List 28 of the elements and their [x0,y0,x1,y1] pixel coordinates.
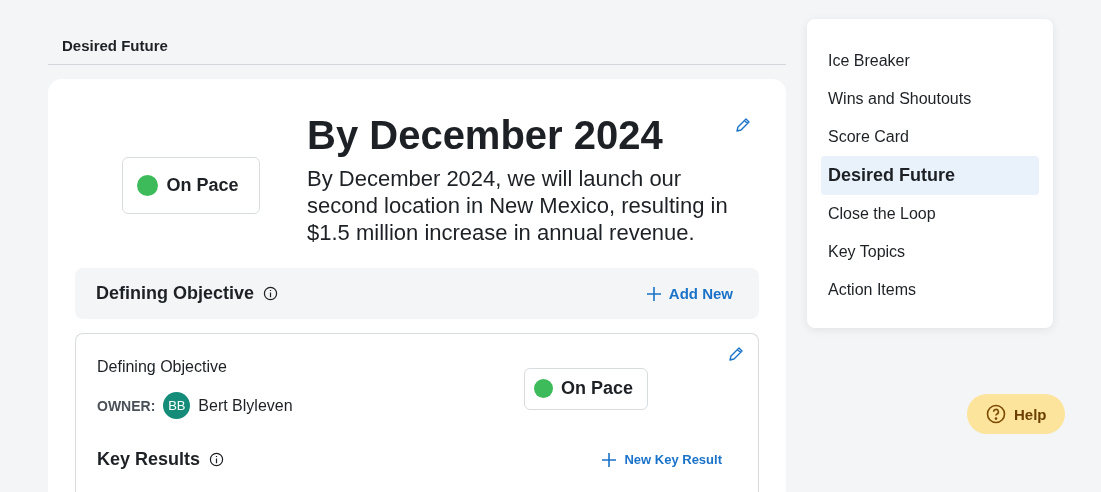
info-icon[interactable] [263,286,279,301]
info-icon[interactable] [209,452,225,467]
plus-icon [646,286,661,301]
nav-item[interactable]: Key Topics [821,233,1039,271]
avatar: BB [163,392,191,419]
owner-name: Bert Blyleven [198,396,293,415]
goal-description: By December 2024, we will launch our second location in New Mexico, resulting in $1.5 million increase in annual revenue. [307,165,729,246]
status-badge[interactable]: On Pace [524,367,649,410]
edit-icon[interactable] [735,117,751,133]
nav-item[interactable]: Score Card [821,118,1039,156]
edit-icon[interactable] [728,346,744,362]
nav-item[interactable]: Ice Breaker [821,42,1039,80]
nav-item[interactable]: Action Items [821,271,1039,309]
new-key-result-link[interactable]: New Key Result [602,452,722,467]
nav-item[interactable]: Wins and Shoutouts [821,80,1039,118]
plus-icon [602,452,617,467]
add-new-link[interactable]: Add New [646,285,733,302]
nav-item[interactable]: Close the Loop [821,195,1039,233]
nav-item[interactable]: Desired Future [821,156,1039,195]
key-results-title: Key Results [97,449,201,470]
help-button[interactable]: Help [967,394,1065,434]
section-title: Defining Objective [96,283,255,304]
owner-label: OWNER: [97,397,156,414]
objective-title: Defining Objective [97,357,228,376]
status-badge[interactable]: On Pace [122,157,260,214]
help-icon [986,404,1006,424]
goal-title: By December 2024 [307,112,664,159]
page-title: Desired Future [62,37,168,54]
